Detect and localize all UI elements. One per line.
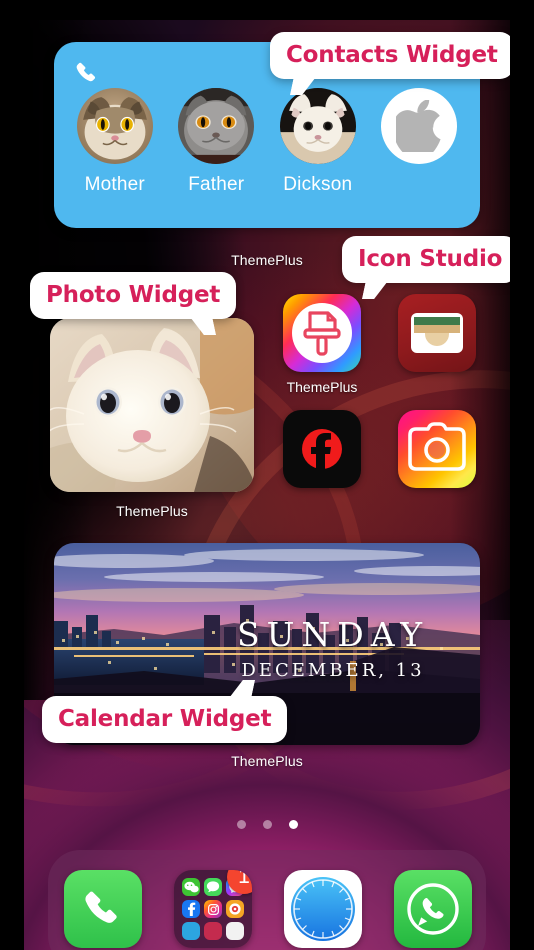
contacts-list: Mother Father Dickson: [54, 88, 480, 196]
callout-tail: [290, 77, 316, 95]
apple-icon: [396, 100, 441, 152]
app-icon-wallet[interactable]: [398, 294, 476, 372]
contact-item[interactable]: [377, 88, 461, 174]
safari-compass-icon: [291, 877, 355, 941]
callout-label: Icon Studio: [358, 246, 503, 272]
instagram-camera-icon: [398, 410, 476, 488]
dock-icon-safari[interactable]: [284, 870, 362, 948]
dock-icon-whatsapp[interactable]: [394, 870, 472, 948]
app-icon-instagram[interactable]: [398, 410, 476, 488]
cat-tabby-avatar: [76, 88, 153, 164]
dock-icon-phone[interactable]: [64, 870, 142, 948]
app-icon-facebook[interactable]: [283, 410, 361, 488]
app-icon-label: ThemePlus: [286, 379, 358, 395]
mini-icon-notes: [226, 922, 244, 940]
calendar-text: SUNDAY DECEMBER, 13: [208, 615, 458, 681]
white-kitten-photo: [50, 318, 254, 492]
calendar-date: DECEMBER, 13: [241, 660, 425, 681]
paint-roller-icon: [283, 294, 361, 372]
mini-icon-weibo: [226, 900, 244, 918]
facebook-icon: [283, 410, 361, 488]
callout-photo-widget: Photo Widget: [30, 272, 237, 335]
callout-label: Calendar Widget: [58, 706, 272, 732]
mini-icon-music: [204, 922, 222, 940]
calendar-widget-label: ThemePlus: [231, 753, 303, 769]
calendar-day: SUNDAY: [236, 615, 430, 654]
contact-name: Dickson: [283, 174, 353, 195]
apple-logo-avatar: [381, 88, 458, 164]
callout-tail: [362, 281, 388, 299]
contact-name: Mother: [84, 174, 145, 195]
page-dot[interactable]: [236, 820, 246, 829]
whatsapp-icon: [407, 883, 459, 935]
wallet-icon: [398, 294, 476, 372]
callout-tail: [229, 680, 256, 698]
callout-icon-studio: Icon Studio: [342, 236, 519, 299]
contact-item[interactable]: Mother: [73, 88, 157, 196]
mini-icon-facebook: [182, 900, 200, 918]
photo-widget-label: ThemePlus: [116, 503, 188, 519]
mini-icon-telegram: [182, 922, 200, 940]
dock-icon-folder[interactable]: 1: [174, 870, 252, 948]
callout-calendar-widget: Calendar Widget: [42, 680, 288, 743]
app-icon-themeplus[interactable]: ThemePlus: [283, 294, 361, 395]
mini-icon-messages: [204, 878, 222, 896]
contact-name: Father: [188, 174, 245, 195]
cat-grey-avatar: [178, 88, 255, 164]
phone-icon: [76, 62, 96, 82]
page-indicator-dots[interactable]: [0, 820, 534, 829]
contact-item[interactable]: Father: [174, 88, 258, 196]
cat-white-avatar: [279, 88, 356, 164]
device-bezel-left: [0, 0, 24, 950]
iphone-home-screen: Mother Father Dickson ThemePlus ThemePlu…: [0, 0, 534, 950]
mini-icon-wechat: [182, 878, 200, 896]
callout-contacts-widget: Contacts Widget: [270, 32, 514, 95]
callout-tail: [190, 317, 217, 335]
dock: 1: [48, 850, 486, 950]
device-bezel-top: [0, 0, 534, 20]
callout-label: Photo Widget: [46, 282, 221, 308]
photo-widget[interactable]: [50, 318, 254, 492]
page-dot-active[interactable]: [288, 820, 298, 829]
contact-item[interactable]: Dickson: [276, 88, 360, 196]
callout-label: Contacts Widget: [286, 42, 498, 68]
mini-icon-instagram: [204, 900, 222, 918]
page-dot[interactable]: [262, 820, 272, 829]
device-bezel-right: [510, 0, 534, 950]
